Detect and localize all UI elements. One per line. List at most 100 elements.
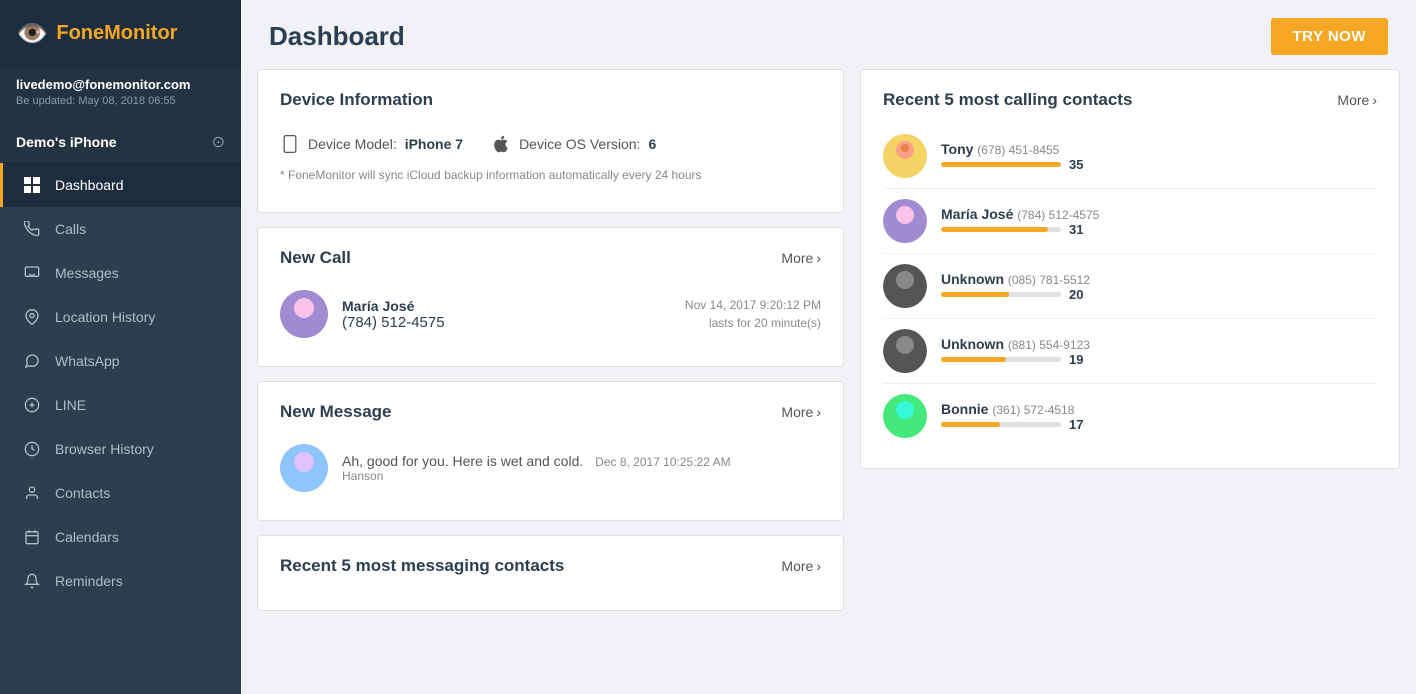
call-meta: Nov 14, 2017 9:20:12 PM lasts for 20 min… bbox=[685, 296, 821, 332]
sidebar-item-location[interactable]: Location History bbox=[0, 295, 241, 339]
left-column: Device Information Device Model: iPhone … bbox=[257, 69, 844, 678]
messages-icon bbox=[21, 265, 43, 281]
contact-count: 17 bbox=[1069, 417, 1083, 432]
contact-name: Unknown (881) 554-9123 bbox=[941, 336, 1377, 352]
message-sender: Hanson bbox=[342, 469, 821, 483]
sidebar-item-contacts[interactable]: Contacts bbox=[0, 471, 241, 515]
sidebar: 👁️ FoneMonitor livedemo@fonemonitor.com … bbox=[0, 0, 241, 694]
device-info-card: Device Information Device Model: iPhone … bbox=[257, 69, 844, 213]
caller-avatar bbox=[280, 290, 328, 338]
phone-icon bbox=[280, 134, 300, 154]
contact-row: Bonnie (361) 572-4518 17 bbox=[883, 384, 1377, 448]
page-title: Dashboard bbox=[269, 21, 405, 52]
messaging-contacts-card: Recent 5 most messaging contacts More › bbox=[257, 535, 844, 611]
browser-icon bbox=[21, 441, 43, 457]
line-icon bbox=[21, 397, 43, 413]
contact-name: María José (784) 512-4575 bbox=[941, 206, 1377, 222]
contact-bar: 31 bbox=[941, 222, 1377, 237]
user-email: livedemo@fonemonitor.com bbox=[16, 77, 225, 92]
calling-contacts-title: Recent 5 most calling contacts bbox=[883, 90, 1132, 110]
contact-bar-bg bbox=[941, 357, 1061, 362]
messaging-contacts-header: Recent 5 most messaging contacts More › bbox=[280, 556, 821, 576]
logo-icon: 👁️ bbox=[16, 18, 48, 49]
new-call-header: New Call More › bbox=[280, 248, 821, 268]
contact-name: Tony (678) 451-8455 bbox=[941, 141, 1377, 157]
sidebar-item-messages[interactable]: Messages bbox=[0, 251, 241, 295]
dashboard-icon bbox=[21, 177, 43, 193]
user-updated: Be updated: May 08, 2018 06:55 bbox=[16, 95, 225, 107]
new-call-more[interactable]: More › bbox=[781, 250, 821, 266]
messaging-contacts-title: Recent 5 most messaging contacts bbox=[280, 556, 564, 576]
sidebar-item-label-location: Location History bbox=[55, 309, 155, 325]
sender-avatar bbox=[280, 444, 328, 492]
new-message-header: New Message More › bbox=[280, 402, 821, 422]
contact-bar: 17 bbox=[941, 417, 1377, 432]
new-call-title: New Call bbox=[280, 248, 351, 268]
device-note: * FoneMonitor will sync iCloud backup in… bbox=[280, 168, 821, 182]
device-settings-icon[interactable]: ⊙ bbox=[212, 132, 225, 152]
sidebar-item-line[interactable]: LINE bbox=[0, 383, 241, 427]
contact-bar-bg bbox=[941, 162, 1061, 167]
new-message-card: New Message More › Ah, good for you. Her… bbox=[257, 381, 844, 521]
call-time: Nov 14, 2017 9:20:12 PM bbox=[685, 296, 821, 314]
device-info-title: Device Information bbox=[280, 90, 433, 110]
contact-row: Unknown (881) 554-9123 19 bbox=[883, 319, 1377, 384]
sidebar-item-label-whatsapp: WhatsApp bbox=[55, 353, 120, 369]
sidebar-item-label-browser: Browser History bbox=[55, 441, 154, 457]
logo-text: FoneMonitor bbox=[56, 22, 177, 45]
call-entry: María José (784) 512-4575 Nov 14, 2017 9… bbox=[280, 282, 821, 346]
contact-info: Unknown (881) 554-9123 19 bbox=[941, 336, 1377, 367]
sidebar-item-label-calls: Calls bbox=[55, 221, 86, 237]
contact-bar-fill bbox=[941, 227, 1048, 232]
device-model-row: Device Model: iPhone 7 Device OS Version… bbox=[280, 134, 821, 154]
apple-icon bbox=[491, 134, 511, 154]
device-selector[interactable]: Demo's iPhone ⊙ bbox=[0, 122, 241, 163]
device-info-header: Device Information bbox=[280, 90, 821, 110]
message-info: Ah, good for you. Here is wet and cold. … bbox=[342, 453, 821, 483]
contact-name: Bonnie (361) 572-4518 bbox=[941, 401, 1377, 417]
new-call-card: New Call More › María José (784) 512-457… bbox=[257, 227, 844, 367]
device-os-detail: Device OS Version: 6 bbox=[491, 134, 656, 154]
contact-count: 31 bbox=[1069, 222, 1083, 237]
device-model-value: iPhone 7 bbox=[405, 136, 463, 152]
sidebar-item-label-reminders: Reminders bbox=[55, 573, 123, 589]
contact-bar-fill bbox=[941, 162, 1061, 167]
sidebar-item-browser[interactable]: Browser History bbox=[0, 427, 241, 471]
messaging-contacts-more[interactable]: More › bbox=[781, 558, 821, 574]
sidebar-item-label-line: LINE bbox=[55, 397, 86, 413]
main-header: Dashboard TRY NOW bbox=[241, 0, 1416, 69]
sidebar-nav: Dashboard Calls Messages Location Histor… bbox=[0, 163, 241, 694]
sidebar-item-dashboard[interactable]: Dashboard bbox=[0, 163, 241, 207]
reminders-icon bbox=[21, 573, 43, 589]
right-column: Recent 5 most calling contacts More › To… bbox=[860, 69, 1400, 678]
call-info: María José (784) 512-4575 bbox=[342, 298, 671, 331]
call-duration: lasts for 20 minute(s) bbox=[685, 314, 821, 332]
chevron-right-icon: › bbox=[816, 250, 821, 266]
contact-row: Unknown (085) 781-5512 20 bbox=[883, 254, 1377, 319]
sidebar-item-reminders[interactable]: Reminders bbox=[0, 559, 241, 603]
contact-count: 20 bbox=[1069, 287, 1083, 302]
chevron-right-icon: › bbox=[816, 558, 821, 574]
location-icon bbox=[21, 309, 43, 325]
calling-contacts-more[interactable]: More › bbox=[1337, 92, 1377, 108]
user-info: livedemo@fonemonitor.com Be updated: May… bbox=[0, 67, 241, 122]
device-model-label: Device Model: bbox=[308, 136, 397, 152]
contact-bar-fill bbox=[941, 357, 1006, 362]
contact-count: 35 bbox=[1069, 157, 1083, 172]
calling-contacts-header: Recent 5 most calling contacts More › bbox=[883, 90, 1377, 110]
new-message-more[interactable]: More › bbox=[781, 404, 821, 420]
contact-bar: 19 bbox=[941, 352, 1377, 367]
contact-bar-fill bbox=[941, 292, 1009, 297]
message-entry: Ah, good for you. Here is wet and cold. … bbox=[280, 436, 821, 500]
sidebar-item-calendars[interactable]: Calendars bbox=[0, 515, 241, 559]
sidebar-item-label-messages: Messages bbox=[55, 265, 119, 281]
caller-phone: (784) 512-4575 bbox=[342, 314, 671, 331]
contact-row: María José (784) 512-4575 31 bbox=[883, 189, 1377, 254]
chevron-right-icon: › bbox=[1372, 92, 1377, 108]
try-now-button[interactable]: TRY NOW bbox=[1271, 18, 1389, 55]
contacts-list: Tony (678) 451-8455 35 María José (784) … bbox=[883, 124, 1377, 448]
sidebar-item-whatsapp[interactable]: WhatsApp bbox=[0, 339, 241, 383]
logo: 👁️ FoneMonitor bbox=[0, 0, 241, 67]
contact-bar: 35 bbox=[941, 157, 1377, 172]
sidebar-item-calls[interactable]: Calls bbox=[0, 207, 241, 251]
